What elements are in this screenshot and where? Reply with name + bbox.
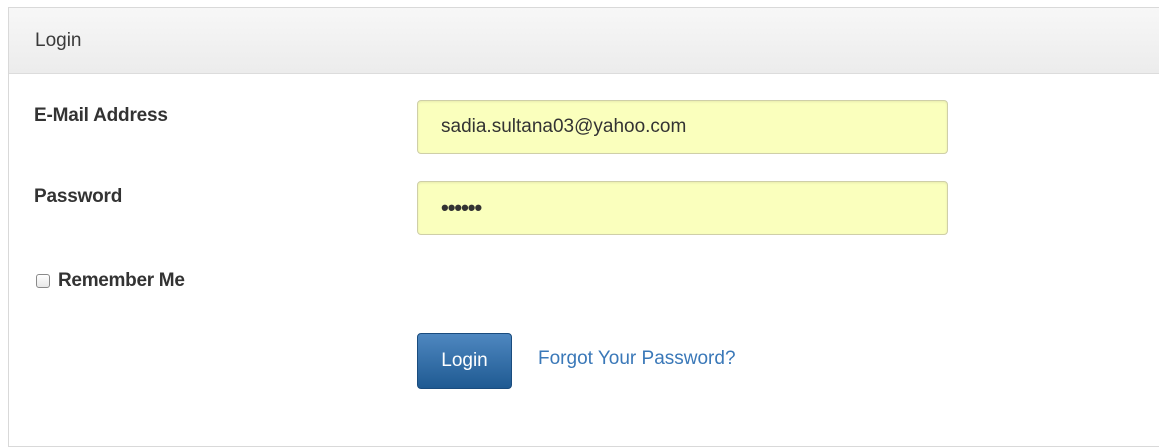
panel-title: Login <box>35 29 82 51</box>
password-label: Password <box>34 186 123 207</box>
login-button[interactable]: Login <box>417 333 512 389</box>
email-field[interactable]: sadia.sultana03@yahoo.com <box>417 100 948 154</box>
remember-me-checkbox[interactable] <box>36 274 50 288</box>
forgot-password-link[interactable]: Forgot Your Password? <box>538 348 736 370</box>
password-field[interactable]: •••••• <box>417 181 948 235</box>
panel-heading: Login <box>9 8 1159 74</box>
remember-me-label[interactable]: Remember Me <box>58 270 185 292</box>
email-label: E-Mail Address <box>34 105 168 126</box>
